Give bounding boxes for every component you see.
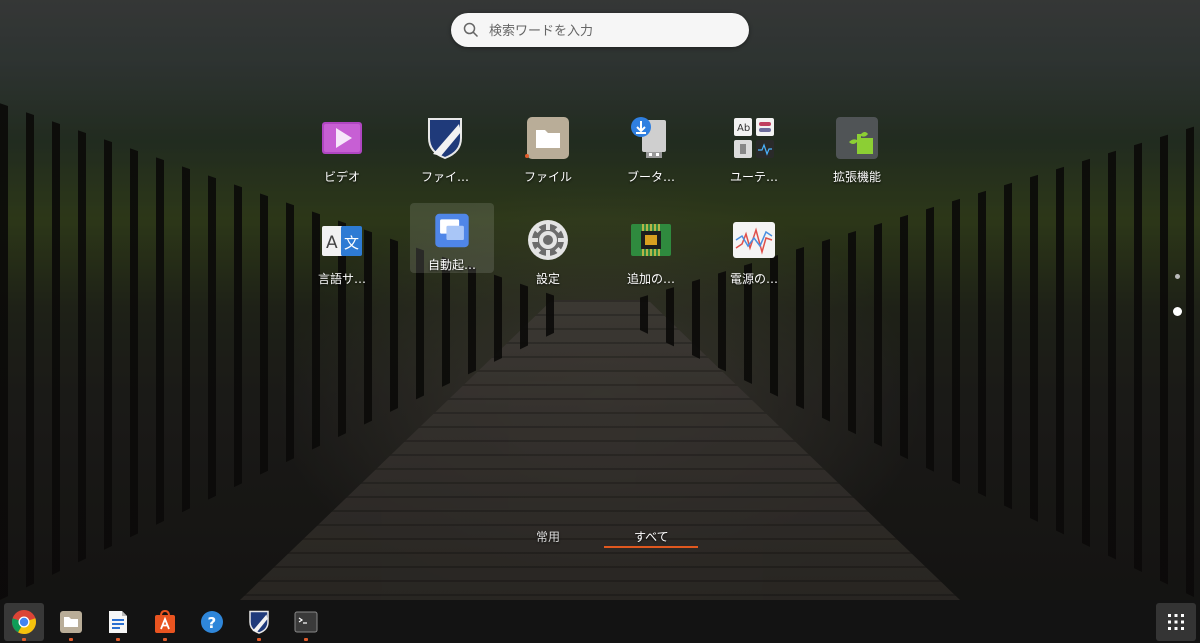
- app-additional-drivers[interactable]: 追加の…: [609, 208, 693, 300]
- app-label: ユーテ…: [729, 170, 778, 184]
- app-firewall[interactable]: ファイ…: [403, 106, 487, 198]
- app-power-statistics[interactable]: 電源の…: [712, 208, 796, 300]
- video-icon: [322, 122, 362, 154]
- app-label: ビデオ: [323, 170, 360, 184]
- help-icon: ?: [201, 611, 223, 633]
- tab-frequent[interactable]: 常用: [536, 528, 560, 545]
- taskbar-app-store[interactable]: [145, 603, 185, 641]
- folder-icon: [527, 117, 569, 159]
- taskbar: ?: [0, 600, 1200, 643]
- app-label: ブータ…: [626, 170, 675, 184]
- utilities-icon: Ab: [734, 118, 774, 158]
- power-graph-icon: [733, 222, 775, 258]
- page-indicator-2[interactable]: [1173, 307, 1182, 316]
- language-icon: A 文: [322, 226, 362, 256]
- taskbar-chrome[interactable]: [4, 603, 44, 641]
- app-settings[interactable]: 設定: [506, 208, 590, 300]
- app-label: ファイル: [523, 170, 572, 184]
- search-icon: [463, 22, 479, 38]
- grid-icon: [1168, 614, 1184, 630]
- terminal-icon: [294, 611, 318, 633]
- windows-icon: [435, 213, 469, 248]
- taskbar-files[interactable]: [51, 603, 91, 641]
- search-box[interactable]: [451, 13, 749, 47]
- app-launcher-button[interactable]: [1156, 603, 1196, 641]
- taskbar-help[interactable]: ?: [192, 603, 232, 641]
- shield-icon: [428, 118, 462, 160]
- app-label: 拡張機能: [832, 170, 881, 184]
- active-tab-underline: [604, 546, 698, 548]
- taskbar-terminal[interactable]: [286, 603, 326, 641]
- app-label: 設定: [535, 272, 560, 286]
- usb-download-icon: [631, 117, 666, 158]
- svg-text:?: ?: [208, 614, 217, 632]
- app-language-support[interactable]: A 文 言語サ…: [300, 208, 384, 300]
- app-label: ファイ…: [420, 170, 469, 184]
- taskbar-writer[interactable]: [98, 603, 138, 641]
- app-boot-creator[interactable]: ブータ…: [609, 106, 693, 198]
- running-indicator: [116, 638, 120, 641]
- svg-text:文: 文: [344, 234, 359, 252]
- app-label: 電源の…: [729, 272, 778, 286]
- app-video[interactable]: ビデオ: [300, 106, 384, 198]
- desktop: ビデオ ファイ… ファイル ブータ… Ab: [0, 0, 1200, 643]
- app-store-icon: [155, 610, 175, 633]
- gear-icon: [528, 220, 568, 260]
- launcher-overlay: [0, 0, 1200, 643]
- shield-icon: [249, 610, 269, 634]
- app-extensions[interactable]: 拡張機能: [815, 106, 899, 198]
- app-label: 自動起…: [427, 258, 476, 272]
- writer-icon: [109, 611, 127, 633]
- running-indicator: [525, 154, 529, 158]
- puzzle-icon: [836, 117, 878, 159]
- running-indicator: [69, 638, 73, 641]
- svg-text:Ab: Ab: [737, 123, 750, 134]
- page-indicator-1[interactable]: [1175, 274, 1180, 279]
- chrome-icon: [12, 610, 36, 634]
- taskbar-firewall[interactable]: [239, 603, 279, 641]
- tab-all[interactable]: すべて: [634, 528, 669, 545]
- search-input[interactable]: [487, 19, 741, 43]
- app-label: 言語サ…: [317, 272, 366, 286]
- running-indicator: [257, 638, 261, 641]
- svg-text:A: A: [326, 233, 338, 253]
- running-indicator: [163, 638, 167, 641]
- app-files[interactable]: ファイル: [506, 106, 590, 198]
- running-indicator: [22, 638, 26, 641]
- app-label: 追加の…: [626, 272, 675, 286]
- running-indicator: [304, 638, 308, 641]
- folder-icon: [60, 611, 82, 633]
- chip-icon: [631, 224, 671, 256]
- app-startup-applications[interactable]: 自動起…: [410, 203, 494, 273]
- app-utilities[interactable]: Ab ユーテ…: [712, 106, 796, 198]
